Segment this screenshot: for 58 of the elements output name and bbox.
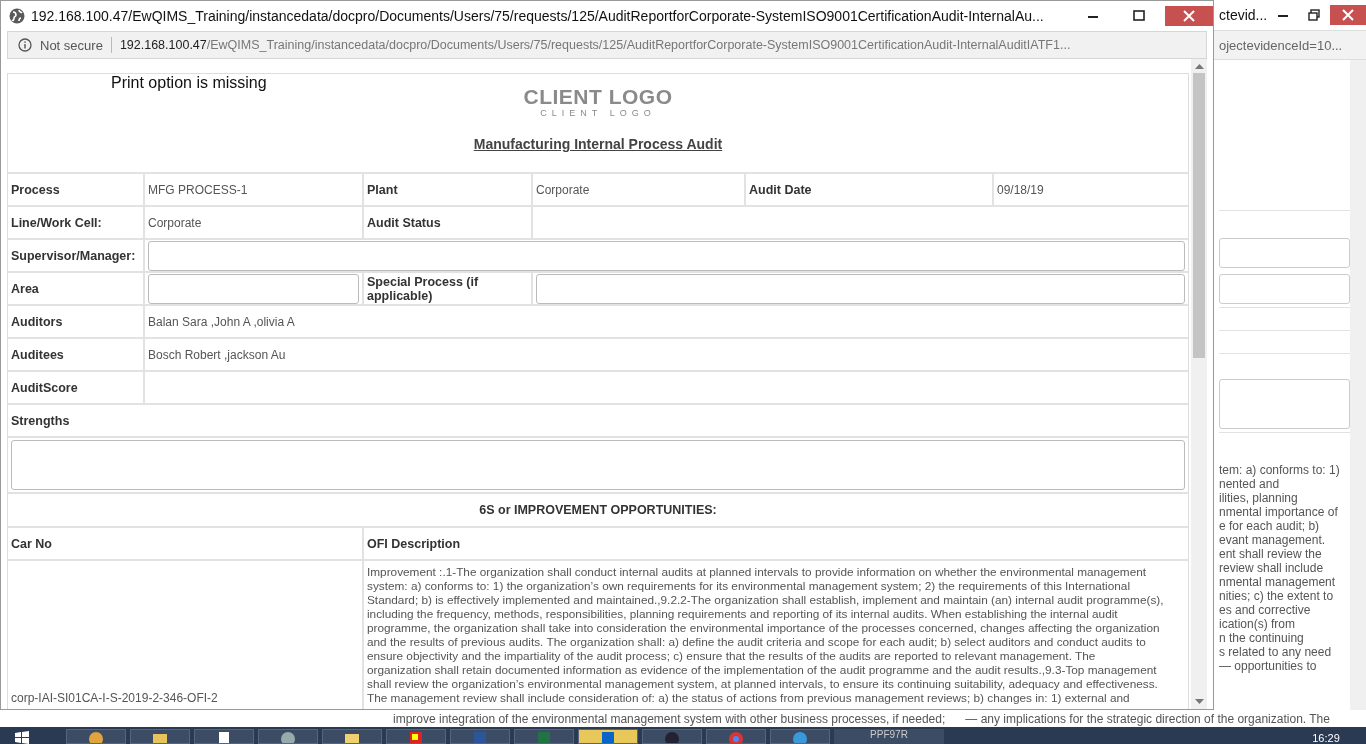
security-label: Not secure: [40, 37, 103, 53]
mail-icon[interactable]: [599, 730, 617, 743]
browser-icon[interactable]: [791, 730, 809, 743]
close-button[interactable]: [1165, 6, 1213, 26]
app-icon[interactable]: [407, 730, 425, 743]
field-label: Audit Date: [746, 174, 992, 205]
field-label: Special Process (if applicable): [364, 273, 531, 304]
info-icon[interactable]: [18, 38, 32, 52]
taskbar-button[interactable]: PPF97R: [834, 729, 944, 744]
field-label: Process: [8, 174, 143, 205]
text-area[interactable]: [11, 440, 1185, 490]
field-label: Supervisor/Manager:: [8, 240, 143, 271]
field-value: Corporate: [533, 174, 744, 205]
input-field[interactable]: [148, 273, 359, 304]
field-value: Bosch Robert ,jackson Au: [145, 339, 1188, 370]
paragraph-line: improve integration of the environmental management system with other business processes, if needed;: [393, 711, 946, 726]
windows-logo-icon[interactable]: [12, 730, 32, 744]
field-value: Corporate: [145, 207, 362, 238]
scroll-down-icon[interactable]: [1194, 699, 1204, 705]
field-value: MFG PROCESS-1: [145, 174, 362, 205]
field-label: Plant: [364, 174, 531, 205]
window-title: 192.168.100.47/EwQIMS_Training/instancedata/docpro/Documents/Users/75/requests/125/AuditReportforCorporate-SystemISO9001CertificationAudit-InternalAu...: [31, 8, 1044, 24]
input-field[interactable]: [148, 240, 1185, 271]
column-header: OFI Description: [364, 528, 1188, 559]
field-label: Line/Work Cell:: [8, 207, 143, 238]
input-field[interactable]: [1219, 238, 1350, 268]
table-cell: corp-IAI-SI01CA-I-S-2019-2-346-OFI-2: [8, 561, 362, 709]
paragraph-line: — any implications for the strategic direction of the organization. The: [965, 711, 1330, 726]
restore-icon: [1308, 9, 1321, 21]
window-title: ctevid...: [1219, 7, 1268, 23]
close-icon: [1183, 10, 1195, 22]
field-value: Balan Sara ,John A ,olivia A: [145, 306, 1188, 337]
input-field[interactable]: [536, 273, 1185, 304]
field-label: Auditees: [8, 339, 143, 370]
field-label: Area: [8, 273, 143, 304]
url-text[interactable]: 192.168.100.47/EwQIMS_Training/instancedata/docpro/Documents/Users/75/requests/125/AuditReportforCorporate-SystemISO9001CertificationAudit-InternalAuditIATF1...: [119, 38, 1071, 52]
maximize-icon: [1133, 10, 1145, 22]
note-text: Print option is missing: [111, 74, 267, 92]
ofi-description: Improvement :.1-The organization shall conduct internal audits at planned intervals to provide information on whether the environmental management system: a) conforms to: 1) the organization’s own requirements for its environmental management system; 2) the requirements of this International Standard; b) is effectively implemented and maintained.,9.2.2-The organization shall establish, implement and maintain (an) internal audit programme(s), including the frequency, methods, responsibilities, planning requirements and reporting of its internal audits. When establishing the internal audit programme, the organization shall take into consideration the environmental importance of the processes concerned, changes affecting the organization and the results of previous audits. The organization shall: a) define the audit criteria and scope for each audit; b) select auditors and conduct audits to ensure objectivity and the impartiality of the audit process; c) ensure that the results of the audits are reported to relevant management. The organization shall retain documented information as evidence of the implementation of the audit programme and the audit results.,9.3-Top management shall review the organization’s environmental management system, at planned intervals, to ensure its continuing suitability, adequacy and effectiveness. The management review shall include consideration of: a) the status of actions from previous management reviews; b) changes in: 1) external and: [364, 561, 1188, 709]
field-label: Audit Status: [364, 207, 531, 238]
client-logo: CLIENT LOGO CLIENT LOGO: [523, 86, 673, 118]
input-field[interactable]: [1219, 274, 1350, 304]
field-label: AuditScore: [8, 372, 143, 403]
clock: 16:29: [1311, 732, 1341, 744]
paragraph: tem: a) conforms to: 1) nented and ilities, planning nmental importance of e for each audit; b) evant management. ent shall review the review shall include nmental management nities; c) the extent to es and corrective ication(s) from n the continuing s related to any need — opportunities to: [1219, 462, 1341, 673]
scrollbar[interactable]: [1191, 59, 1207, 709]
column-header: Car No: [8, 528, 362, 559]
field-label: Strengths: [8, 405, 1188, 436]
address-text: ojectevidenceId=10...: [1219, 37, 1343, 53]
field-label: Auditors: [8, 306, 143, 337]
report-title: Manufacturing Internal Process Audit: [473, 136, 723, 152]
scrollbar[interactable]: [1350, 60, 1366, 710]
close-button[interactable]: [1329, 5, 1366, 25]
app-icon[interactable]: [87, 730, 105, 743]
field-value: 09/18/19: [994, 174, 1188, 205]
section-heading: 6S or IMPROVEMENT OPPORTUNITIES:: [8, 494, 1188, 526]
scroll-up-icon[interactable]: [1194, 63, 1204, 69]
close-icon: [1341, 9, 1354, 21]
